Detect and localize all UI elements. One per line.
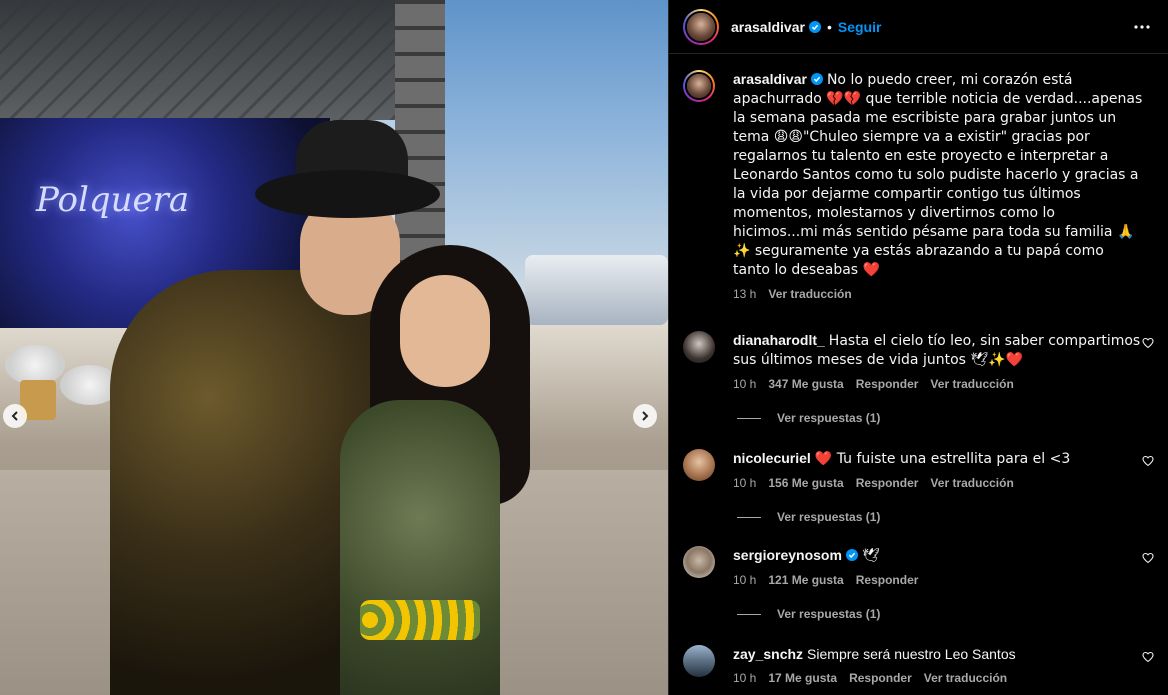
chevron-left-icon bbox=[11, 411, 18, 421]
comment-body: Siempre será nuestro Leo Santos bbox=[807, 646, 1016, 662]
commenter-avatar[interactable] bbox=[683, 449, 715, 481]
comment-username[interactable]: nicolecuriel bbox=[733, 450, 811, 466]
comment-likes[interactable]: 17 Me gusta bbox=[768, 671, 837, 685]
reply-button[interactable]: Responder bbox=[856, 573, 919, 587]
comment-row: dianaharodlt_ Hasta el cielo tío leo, sin… bbox=[683, 331, 1154, 391]
comment-time[interactable]: 10 h bbox=[733, 377, 756, 391]
post-side-panel: arasaldivar • Seguir arasaldivar No lo pu… bbox=[668, 0, 1168, 695]
heart-outline-icon[interactable] bbox=[1142, 455, 1154, 467]
author-avatar[interactable] bbox=[683, 70, 715, 102]
translate-link[interactable]: Ver traducción bbox=[930, 476, 1013, 490]
comment-body: ❤️ Tu fuiste una estrellita para el <3 bbox=[814, 451, 1071, 467]
caption-time[interactable]: 13 h bbox=[733, 287, 756, 301]
comment-text: dianaharodlt_ Hasta el cielo tío leo, sin… bbox=[733, 331, 1143, 369]
comment-likes[interactable]: 156 Me gusta bbox=[768, 476, 843, 490]
heart-outline-icon[interactable] bbox=[1142, 552, 1154, 564]
reply-button[interactable]: Responder bbox=[856, 476, 919, 490]
verified-badge-icon bbox=[810, 73, 823, 85]
view-replies-label: Ver respuestas (1) bbox=[777, 510, 881, 524]
comment-row: sergioreynosom 🕊 10 h 121 Me gusta Respon… bbox=[683, 546, 1154, 587]
verified-badge-icon bbox=[845, 549, 858, 561]
translate-link[interactable]: Ver traducción bbox=[924, 671, 1007, 685]
author-avatar[interactable] bbox=[683, 8, 719, 45]
more-options-button[interactable] bbox=[1130, 15, 1154, 39]
comment-text: sergioreynosom 🕊 bbox=[733, 546, 1143, 565]
comment-meta: 10 h 121 Me gusta Responder bbox=[733, 573, 1143, 587]
view-replies-label: Ver respuestas (1) bbox=[777, 607, 881, 621]
comment-username[interactable]: dianaharodlt_ bbox=[733, 332, 825, 348]
comment-time[interactable]: 10 h bbox=[733, 573, 756, 587]
more-options-icon bbox=[1134, 24, 1150, 29]
view-replies-button[interactable]: Ver respuestas (1) bbox=[737, 510, 1154, 524]
post-photo[interactable]: Polquera bbox=[0, 0, 668, 695]
comment-meta: 10 h 347 Me gusta Responder Ver traducci… bbox=[733, 377, 1143, 391]
post-header: arasaldivar • Seguir bbox=[669, 0, 1168, 54]
commenter-avatar[interactable] bbox=[683, 645, 715, 677]
comment-body: 🕊 bbox=[861, 548, 880, 564]
view-replies-button[interactable]: Ver respuestas (1) bbox=[737, 607, 1154, 621]
view-replies-label: Ver respuestas (1) bbox=[777, 411, 881, 425]
comments-list: arasaldivar No lo puedo creer, mi corazón… bbox=[669, 54, 1168, 685]
author-username[interactable]: arasaldivar bbox=[731, 19, 805, 35]
follow-button[interactable]: Seguir bbox=[838, 19, 882, 35]
comment-meta: 10 h 156 Me gusta Responder Ver traducci… bbox=[733, 476, 1143, 490]
comment-likes[interactable]: 347 Me gusta bbox=[768, 377, 843, 391]
caption-text: arasaldivar No lo puedo creer, mi corazón… bbox=[733, 70, 1143, 279]
commenter-avatar[interactable] bbox=[683, 331, 715, 363]
photo-stage-truss bbox=[0, 0, 440, 120]
caption-body: No lo puedo creer, mi corazón está apach… bbox=[733, 72, 1143, 278]
verified-badge-icon bbox=[808, 20, 821, 33]
caption-row: arasaldivar No lo puedo creer, mi corazón… bbox=[683, 70, 1154, 301]
comment-time[interactable]: 10 h bbox=[733, 671, 756, 685]
caption-meta: 13 h Ver traducción bbox=[733, 287, 1143, 301]
reply-button[interactable]: Responder bbox=[849, 671, 912, 685]
heart-outline-icon[interactable] bbox=[1142, 651, 1154, 663]
comment-text: zay_snchz Siempre será nuestro Leo Santos bbox=[733, 645, 1143, 663]
photo-dress-flowers bbox=[360, 600, 480, 640]
comment-username[interactable]: sergioreynosom bbox=[733, 547, 842, 563]
photo-woman-face bbox=[400, 275, 490, 387]
reply-button[interactable]: Responder bbox=[856, 377, 919, 391]
photo-hat-brim bbox=[255, 170, 440, 218]
prev-photo-button[interactable] bbox=[3, 404, 27, 428]
replies-line bbox=[737, 417, 761, 419]
translate-link[interactable]: Ver traducción bbox=[930, 377, 1013, 391]
photo-woman-dress bbox=[340, 400, 500, 695]
comment-username[interactable]: zay_snchz bbox=[733, 646, 803, 662]
chevron-right-icon bbox=[642, 411, 649, 421]
comment-meta: 10 h 17 Me gusta Responder Ver traducció… bbox=[733, 671, 1143, 685]
caption-translate-link[interactable]: Ver traducción bbox=[768, 287, 851, 301]
comment-row: zay_snchz Siempre será nuestro Leo Santos… bbox=[683, 645, 1154, 685]
comment-likes[interactable]: 121 Me gusta bbox=[768, 573, 843, 587]
view-replies-button[interactable]: Ver respuestas (1) bbox=[737, 411, 1154, 425]
photo-flowers bbox=[5, 345, 65, 385]
caption-username[interactable]: arasaldivar bbox=[733, 71, 807, 87]
replies-line bbox=[737, 516, 761, 518]
heart-outline-icon[interactable] bbox=[1142, 337, 1154, 349]
header-separator: • bbox=[826, 18, 832, 35]
comment-time[interactable]: 10 h bbox=[733, 476, 756, 490]
next-photo-button[interactable] bbox=[633, 404, 657, 428]
photo-bus bbox=[525, 255, 668, 325]
replies-line bbox=[737, 613, 761, 615]
comment-row: nicolecuriel ❤️ Tu fuiste una estrellita … bbox=[683, 449, 1154, 490]
commenter-avatar[interactable] bbox=[683, 546, 715, 578]
photo-stage-sign: Polquera bbox=[36, 180, 190, 220]
comment-text: nicolecuriel ❤️ Tu fuiste una estrellita … bbox=[733, 449, 1143, 468]
